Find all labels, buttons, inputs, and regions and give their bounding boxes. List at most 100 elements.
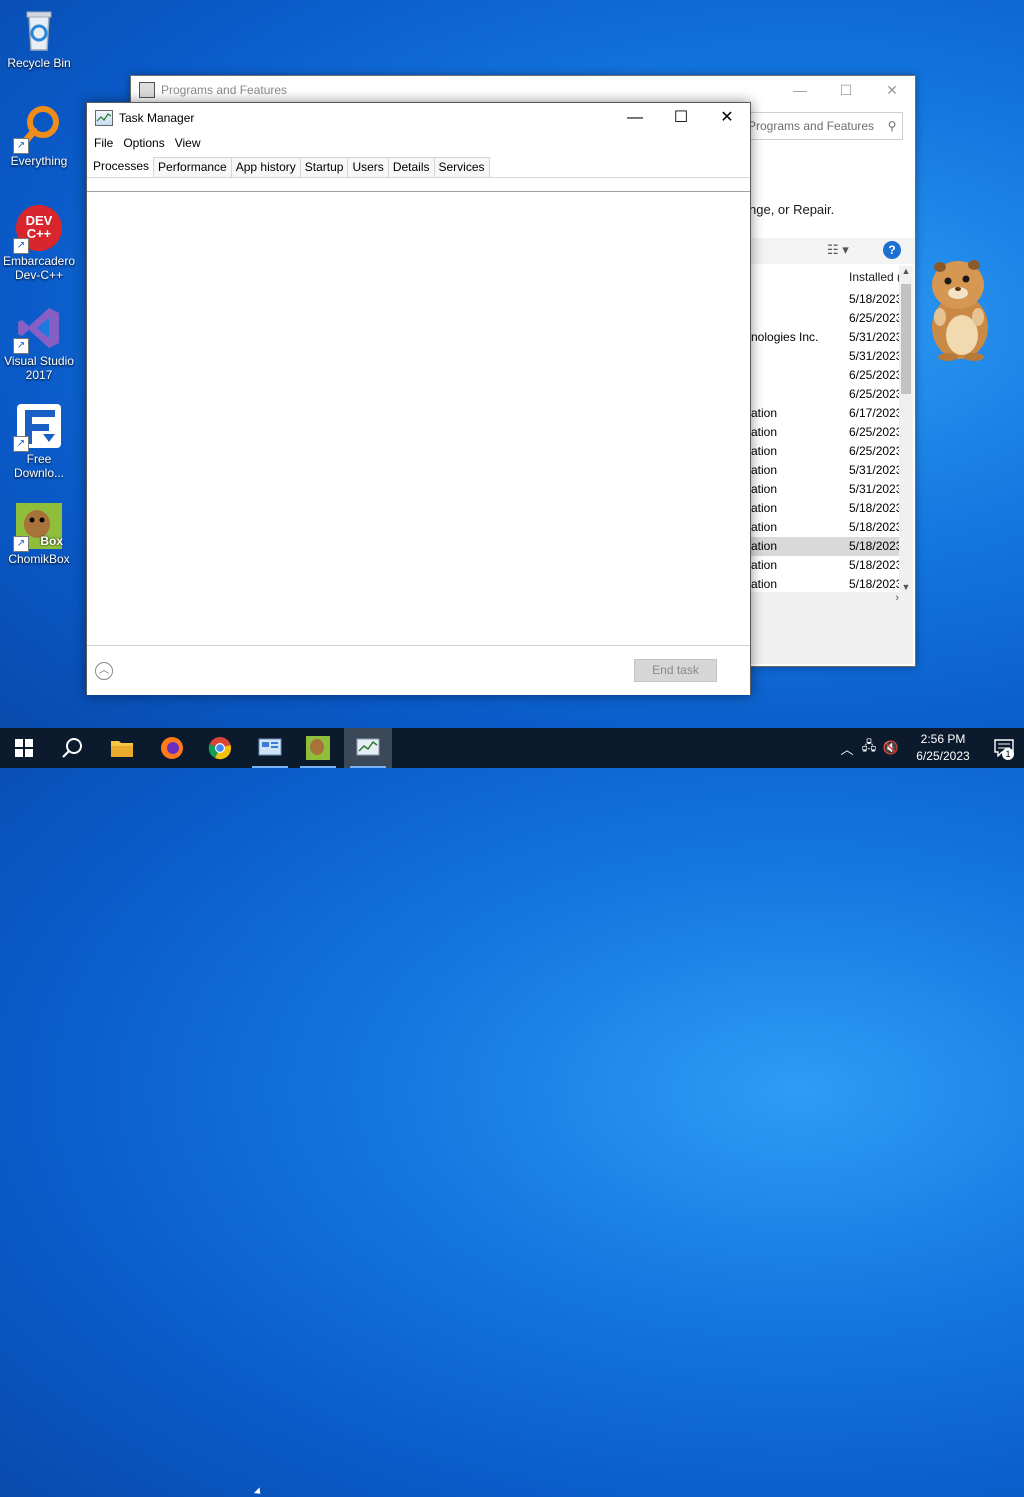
scroll-up-icon[interactable]: ▲: [899, 266, 913, 276]
table-row[interactable]: 6/25/2023: [751, 309, 901, 328]
tab-performance[interactable]: Performance: [153, 157, 232, 177]
tab-startup[interactable]: Startup: [299, 157, 349, 177]
tab-users[interactable]: Users: [347, 157, 389, 177]
desktop-icon-everything[interactable]: ↗ Everything: [2, 104, 76, 168]
clock-time: 2:56 PM: [920, 732, 966, 746]
programs-list[interactable]: Installed ( 5/18/2023 6/25/2023 nologies I…: [751, 266, 901, 594]
desktop-icon-devcpp[interactable]: DEV C++ ↗ Embarcadero Dev-C++: [2, 204, 76, 282]
shortcut-arrow-icon: ↗: [13, 338, 29, 354]
taskbar: ︿ 🖧 🔇 2:56 PM 6/25/2023 1: [0, 728, 1024, 1497]
table-row[interactable]: nologies Inc. 5/31/2023: [751, 328, 901, 347]
table-row[interactable]: 6/25/2023: [751, 366, 901, 385]
tab-services[interactable]: Services: [433, 157, 490, 177]
volume-muted-icon[interactable]: 🔇: [880, 740, 902, 756]
publisher-cell: ation: [751, 501, 778, 515]
menu-file[interactable]: File: [89, 136, 118, 150]
scroll-right-icon[interactable]: ›: [895, 592, 899, 604]
table-row[interactable]: ation 5/18/2023: [751, 499, 901, 518]
help-icon[interactable]: ?: [883, 241, 901, 259]
publisher-cell: ation: [751, 463, 778, 477]
installed-on-cell: 5/18/2023: [849, 577, 901, 591]
network-icon[interactable]: 🖧: [858, 737, 880, 759]
task-manager-icon: [356, 738, 380, 756]
desktop-icon-label: Recycle Bin: [7, 56, 71, 70]
menu-view[interactable]: View: [170, 136, 206, 150]
menu-options[interactable]: Options: [118, 136, 169, 150]
programs-description: nge, or Repair.: [749, 202, 835, 217]
scrollbar-thumb[interactable]: [901, 284, 911, 394]
start-button[interactable]: [0, 728, 48, 768]
tab-processes[interactable]: Processes: [88, 154, 155, 177]
publisher-cell: ation: [751, 520, 778, 534]
table-row[interactable]: ation 6/17/2023: [751, 404, 901, 423]
devcpp-icon: DEV C++ ↗: [13, 204, 63, 254]
taskbar-chrome[interactable]: [196, 728, 244, 768]
desktop: Recycle Bin ↗ Everything DEV C++ ↗ Embar…: [0, 0, 1024, 728]
action-center-button[interactable]: 1: [984, 728, 1024, 768]
programs-vertical-scrollbar[interactable]: ▲ ▼: [899, 266, 913, 592]
publisher-cell: nologies Inc.: [751, 330, 819, 344]
table-row[interactable]: ation 5/31/2023: [751, 480, 901, 499]
publisher-cell: ation: [751, 539, 778, 553]
programs-horizontal-scrollbar[interactable]: ›: [751, 592, 913, 606]
taskbar-chomikbox[interactable]: [294, 728, 342, 768]
programs-search-input[interactable]: Programs and Features ⚲: [743, 112, 903, 140]
search-button[interactable]: [48, 728, 96, 768]
taskbar-file-explorer[interactable]: [98, 728, 146, 768]
chevron-up-icon[interactable]: ︿: [836, 739, 858, 758]
chrome-icon: [208, 737, 231, 760]
table-row[interactable]: ation 6/25/2023: [751, 442, 901, 461]
task-manager-menubar: File Options View: [87, 133, 750, 153]
programs-search-placeholder: Programs and Features: [748, 119, 875, 133]
chomikbox-icon: [306, 736, 330, 760]
programs-minimize-button[interactable]: —: [777, 76, 823, 104]
task-manager-icon: [95, 110, 113, 126]
task-manager-maximize-button[interactable]: ☐: [658, 103, 704, 133]
desktop-icon-label: Embarcadero Dev-C++: [2, 254, 76, 282]
desktop-icon-recycle-bin[interactable]: Recycle Bin: [2, 6, 76, 70]
end-task-button[interactable]: End task: [634, 659, 717, 682]
clock-date: 6/25/2023: [916, 749, 970, 763]
taskbar-firefox[interactable]: [148, 728, 196, 768]
table-row[interactable]: ation 5/31/2023: [751, 461, 901, 480]
programs-maximize-button[interactable]: ☐: [823, 76, 869, 104]
table-row[interactable]: 5/31/2023: [751, 347, 901, 366]
task-manager-titlebar[interactable]: Task Manager — ☐ ✕: [87, 103, 750, 133]
tab-details[interactable]: Details: [387, 157, 435, 177]
table-row[interactable]: ation 5/18/2023: [751, 556, 901, 575]
shortcut-arrow-icon: ↗: [13, 138, 29, 154]
publisher-cell: ation: [751, 406, 778, 420]
table-row[interactable]: 5/18/2023: [751, 290, 901, 309]
fewer-details-icon[interactable]: ︿: [95, 662, 113, 680]
installed-on-cell: 6/25/2023: [849, 311, 901, 325]
task-manager-window[interactable]: Task Manager — ☐ ✕ File Options View Pro…: [86, 102, 751, 695]
tab-app-history[interactable]: App history: [230, 157, 301, 177]
scroll-down-icon[interactable]: ▼: [899, 582, 913, 592]
publisher-cell: ation: [751, 558, 778, 572]
task-manager-minimize-button[interactable]: —: [612, 103, 658, 133]
task-manager-tabs: Processes Performance App history Startu…: [87, 153, 750, 178]
desktop-icon-visual-studio[interactable]: ↗ Visual Studio 2017: [2, 304, 76, 382]
taskbar-control-panel[interactable]: [246, 728, 294, 768]
table-row[interactable]: ation 5/18/2023: [751, 537, 901, 556]
installed-on-cell: 5/31/2023: [849, 482, 901, 496]
desktop-icon-chomikbox[interactable]: Box ↗ ChomikBox: [2, 502, 76, 566]
table-row[interactable]: 6/25/2023: [751, 385, 901, 404]
free-download-manager-icon: ↗: [13, 402, 63, 452]
shortcut-arrow-icon: ↗: [13, 436, 29, 452]
task-manager-close-button[interactable]: ✕: [704, 103, 750, 133]
chomikbox-icon: Box ↗: [13, 502, 63, 552]
table-row[interactable]: ation 5/18/2023: [751, 518, 901, 537]
control-panel-icon: [258, 738, 282, 756]
table-row[interactable]: ation 6/25/2023: [751, 423, 901, 442]
publisher-cell: ation: [751, 425, 778, 439]
column-header-installed-on[interactable]: Installed (: [849, 270, 901, 284]
clock[interactable]: 2:56 PM 6/25/2023: [910, 731, 976, 765]
publisher-cell: ation: [751, 577, 778, 591]
views-dropdown-icon[interactable]: ☷ ▾: [827, 242, 849, 258]
desktop-icon-free-download[interactable]: ↗ Free Downlo...: [2, 402, 76, 480]
taskbar-task-manager[interactable]: [344, 728, 392, 768]
programs-close-button[interactable]: ✕: [869, 76, 915, 104]
hamster-desktop-pet[interactable]: [918, 255, 1004, 363]
processes-list[interactable]: [87, 191, 750, 645]
